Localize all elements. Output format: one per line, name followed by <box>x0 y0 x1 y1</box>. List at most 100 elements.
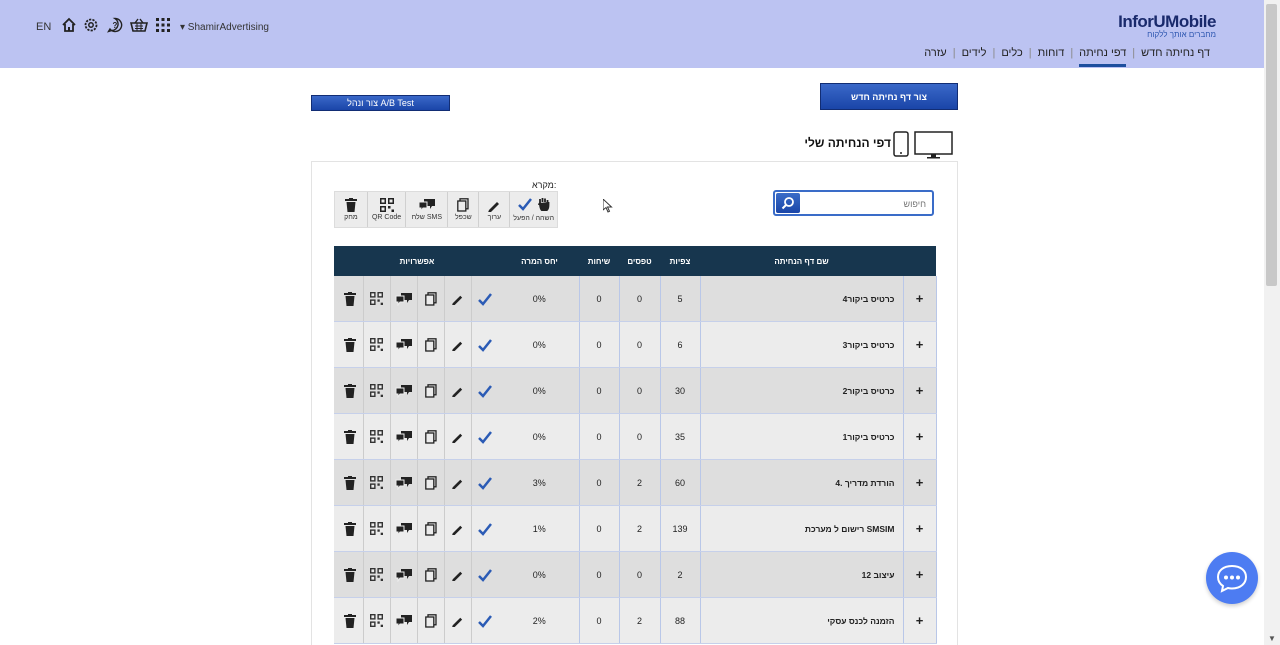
nav-new-landing-page[interactable]: דף נחיתה חדש <box>1141 40 1210 67</box>
home-icon[interactable] <box>60 16 78 34</box>
qr-code-icon[interactable] <box>364 276 391 321</box>
expand-row-button[interactable]: + <box>903 505 937 552</box>
cell-page-name[interactable]: הזמנה לכנס עסקי <box>700 597 904 644</box>
chat-button[interactable] <box>1206 552 1258 604</box>
table-row: 3% 0 2 60 4. הורדת מדריך + <box>334 459 937 506</box>
qr-code-icon[interactable] <box>364 322 391 367</box>
cell-page-name[interactable]: כרטיס ביקור1 <box>700 413 904 460</box>
check-icon[interactable] <box>472 322 498 367</box>
trash-icon[interactable] <box>337 368 364 413</box>
check-icon[interactable] <box>472 368 498 413</box>
sms-chat-icon[interactable] <box>391 598 418 643</box>
expand-row-button[interactable]: + <box>903 597 937 644</box>
pencil-icon[interactable] <box>445 276 472 321</box>
duplicate-icon[interactable] <box>418 414 445 459</box>
nav-help[interactable]: עזרה <box>924 40 946 67</box>
cell-forms: 2 <box>619 597 661 644</box>
header-views[interactable]: צפיות <box>660 246 700 276</box>
nav-reports[interactable]: דוחות <box>1038 40 1065 67</box>
header-conversion[interactable]: יחס המרה <box>500 246 579 276</box>
pencil-icon[interactable] <box>445 552 472 597</box>
help-icon[interactable]: ? <box>106 16 124 34</box>
scroll-down-arrow[interactable]: ▼ <box>1268 634 1276 643</box>
header-name[interactable]: שם דף הנחיתה <box>700 246 903 276</box>
header-calls[interactable]: שיחות <box>579 246 619 276</box>
cell-page-name[interactable]: כרטיס ביקור3 <box>700 321 904 368</box>
header-forms[interactable]: טפסים <box>619 246 660 276</box>
cell-page-name[interactable]: 4. הורדת מדריך <box>700 459 904 506</box>
page-scrollbar[interactable]: ▼ <box>1264 0 1280 645</box>
nav-leads[interactable]: לידים <box>962 40 987 67</box>
pencil-icon[interactable] <box>445 414 472 459</box>
trash-icon[interactable] <box>337 598 364 643</box>
qr-code-icon[interactable] <box>364 506 391 551</box>
user-menu[interactable]: ▾ ShamirAdvertising <box>180 22 269 33</box>
row-options <box>334 459 500 506</box>
check-icon[interactable] <box>472 506 498 551</box>
scrollbar-thumb[interactable] <box>1266 4 1277 286</box>
qr-code-icon[interactable] <box>364 460 391 505</box>
search-button[interactable] <box>776 193 800 213</box>
chat-bubble-icon <box>1216 564 1248 593</box>
brand-logo[interactable]: InforUMobile מחברים אותך ללקוח <box>1118 12 1216 39</box>
duplicate-icon[interactable] <box>418 552 445 597</box>
expand-row-button[interactable]: + <box>903 413 937 460</box>
check-icon[interactable] <box>472 276 498 321</box>
duplicate-icon[interactable] <box>418 368 445 413</box>
check-icon[interactable] <box>472 414 498 459</box>
nav-separator: | <box>1132 47 1136 59</box>
trash-icon[interactable] <box>337 506 364 551</box>
cell-page-name[interactable]: רישום ל מערכת SMSIM <box>700 505 904 552</box>
gear-icon[interactable] <box>82 16 100 34</box>
duplicate-icon[interactable] <box>418 276 445 321</box>
pencil-icon[interactable] <box>445 322 472 367</box>
expand-row-button[interactable]: + <box>903 551 937 598</box>
qr-code-icon[interactable] <box>364 552 391 597</box>
check-icon[interactable] <box>472 552 498 597</box>
duplicate-icon[interactable] <box>418 322 445 367</box>
ab-test-button[interactable]: צור ונהל A/B Test <box>311 95 450 111</box>
sms-chat-icon[interactable] <box>391 552 418 597</box>
sms-chat-icon[interactable] <box>391 276 418 321</box>
trash-icon[interactable] <box>337 460 364 505</box>
qr-code-icon[interactable] <box>364 368 391 413</box>
trash-icon[interactable] <box>337 414 364 459</box>
pencil-icon[interactable] <box>445 460 472 505</box>
sms-chat-icon[interactable] <box>391 506 418 551</box>
expand-row-button[interactable]: + <box>903 367 937 414</box>
cell-page-name[interactable]: עיצוב 12 <box>700 551 904 598</box>
desktop-device-icon <box>914 131 954 164</box>
search-input[interactable] <box>804 195 928 213</box>
duplicate-icon[interactable] <box>418 598 445 643</box>
sms-chat-icon[interactable] <box>391 414 418 459</box>
qr-code-icon[interactable] <box>364 598 391 643</box>
language-switch[interactable]: EN <box>36 21 51 33</box>
cell-page-name[interactable]: כרטיס ביקור2 <box>700 367 904 414</box>
expand-row-button[interactable]: + <box>903 321 937 368</box>
basket-icon[interactable] <box>130 16 148 34</box>
cell-calls: 0 <box>579 413 620 460</box>
qr-code-icon[interactable] <box>364 414 391 459</box>
check-icon[interactable] <box>472 460 498 505</box>
nav-separator: | <box>1070 47 1074 59</box>
pencil-icon[interactable] <box>445 598 472 643</box>
check-icon[interactable] <box>472 598 498 643</box>
create-landing-page-button[interactable]: צור דף נחיתה חדש <box>820 83 958 110</box>
sms-chat-icon[interactable] <box>391 322 418 367</box>
sms-chat-icon[interactable] <box>391 368 418 413</box>
duplicate-icon[interactable] <box>418 460 445 505</box>
expand-row-button[interactable]: + <box>903 276 937 322</box>
apps-grid-icon[interactable] <box>154 16 172 34</box>
pencil-icon[interactable] <box>445 506 472 551</box>
trash-icon[interactable] <box>337 322 364 367</box>
pencil-icon[interactable] <box>445 368 472 413</box>
duplicate-icon[interactable] <box>418 506 445 551</box>
expand-row-button[interactable]: + <box>903 459 937 506</box>
trash-icon[interactable] <box>337 552 364 597</box>
trash-icon[interactable] <box>337 276 364 321</box>
nav-landing-pages[interactable]: דפי נחיתה <box>1079 40 1127 67</box>
sms-chat-icon[interactable] <box>391 460 418 505</box>
cell-page-name[interactable]: כרטיס ביקור4 <box>700 276 904 322</box>
nav-tools[interactable]: כלים <box>1001 40 1022 67</box>
cell-conversion: 0% <box>500 321 580 368</box>
